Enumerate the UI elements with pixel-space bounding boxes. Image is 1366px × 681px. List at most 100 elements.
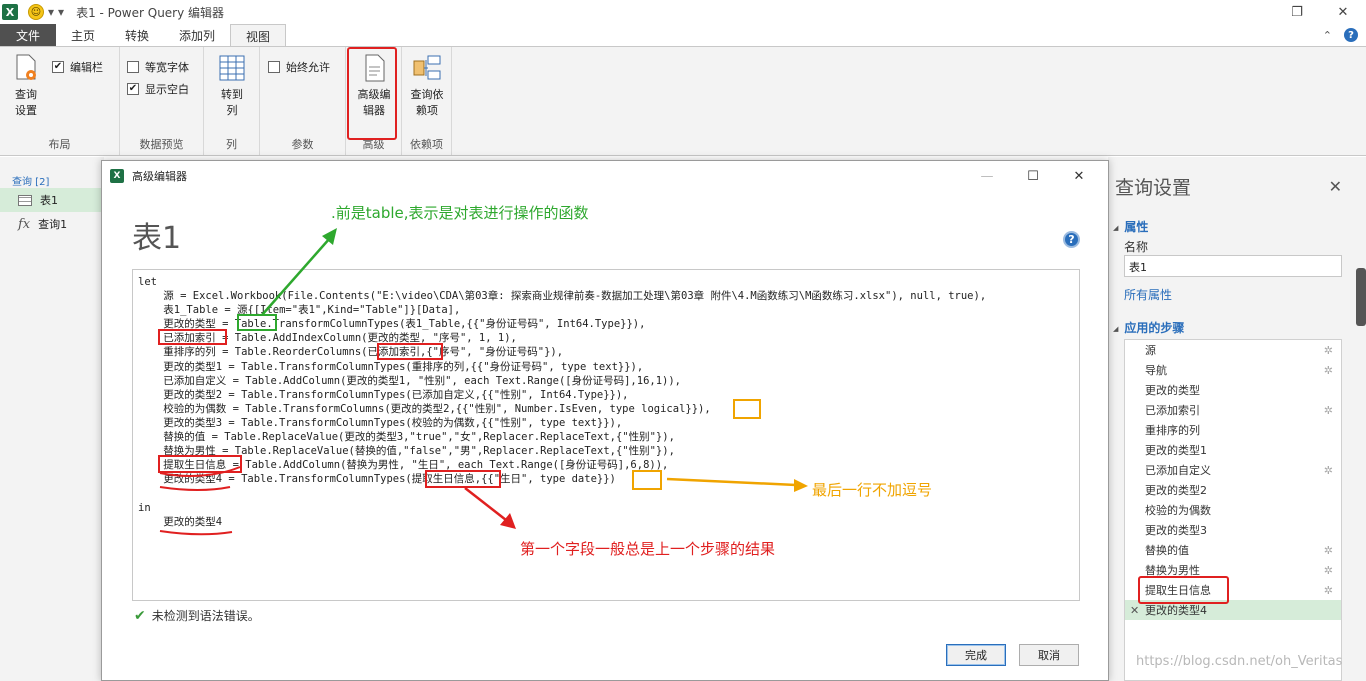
group-label-column: 列 bbox=[226, 138, 237, 151]
group-label-advanced: 高级 bbox=[362, 138, 385, 151]
applied-steps-list: 源 ✲ 导航 ✲ 更改的类型已添加索引 ✲ 重排序的列更改的类型1 已添加自定义 ✲ 更改的类型2… bbox=[1124, 339, 1342, 681]
query-item[interactable]: fx 查询1 bbox=[0, 212, 104, 236]
advanced-editor-button[interactable]: 高级编 辑器 bbox=[352, 53, 396, 119]
applied-step-label: 已添加索引 bbox=[1145, 404, 1200, 417]
done-button[interactable]: 完成 bbox=[946, 644, 1006, 666]
monospace-label: 等宽字体 bbox=[145, 61, 189, 74]
advanced-editor-dialog: X 高级编辑器 — ☐ ✕ 表1 ? let 源 = Excel.Workboo… bbox=[101, 160, 1109, 681]
applied-steps-header[interactable]: 应用的步骤 bbox=[1113, 319, 1184, 336]
window-titlebar: X ☺ ▾ ▾ 表1 - Power Query 编辑器 ❐ ✕ bbox=[0, 0, 1366, 24]
group-label-data-preview: 数据预览 bbox=[139, 138, 184, 151]
ribbon-group-layout: 查询 设置 ✔ 编辑栏 布局 bbox=[0, 47, 120, 155]
function-icon: fx bbox=[18, 216, 31, 232]
gear-icon[interactable]: ✲ bbox=[1324, 564, 1333, 577]
applied-step-label: 更改的类型4 bbox=[1145, 604, 1207, 617]
show-whitespace-checkbox[interactable]: ✔ 显示空白 bbox=[127, 81, 189, 97]
applied-step[interactable]: 已添加自定义 ✲ bbox=[1125, 460, 1341, 480]
gear-icon[interactable]: ✲ bbox=[1324, 364, 1333, 377]
delete-step-icon[interactable]: ✕ bbox=[1130, 604, 1139, 617]
help-icon[interactable]: ? bbox=[1063, 231, 1080, 248]
close-icon[interactable]: ✕ bbox=[1056, 165, 1102, 187]
applied-step[interactable]: 更改的类型 bbox=[1125, 380, 1341, 400]
ribbon-group-data-preview: 等宽字体 ✔ 显示空白 数据预览 bbox=[120, 47, 204, 155]
always-allow-checkbox[interactable]: 始终允许 bbox=[268, 59, 330, 75]
all-properties-link[interactable]: 所有属性 bbox=[1124, 286, 1172, 303]
formula-bar-label: 编辑栏 bbox=[70, 61, 103, 74]
checkbox-unchecked-icon bbox=[127, 61, 139, 73]
quick-access-toolbar[interactable]: ☺ ▾ ▾ bbox=[28, 4, 64, 20]
gear-icon[interactable]: ✲ bbox=[1324, 344, 1333, 357]
query-dependencies-button[interactable]: 查询依 赖项 bbox=[406, 53, 448, 119]
queries-header[interactable]: 查询 [2] bbox=[0, 157, 104, 188]
query-dependencies-label: 查询依 赖项 bbox=[410, 88, 444, 117]
annotation-orange: 最后一行不加逗号 bbox=[812, 481, 933, 499]
tab-transform[interactable]: 转换 bbox=[110, 24, 164, 47]
applied-step[interactable]: 导航 ✲ bbox=[1125, 360, 1341, 380]
gear-icon[interactable]: ✲ bbox=[1324, 464, 1333, 477]
query-name-input[interactable]: 表1 bbox=[1124, 255, 1342, 277]
applied-step-label: 替换的值 bbox=[1145, 544, 1189, 557]
gear-icon[interactable]: ✲ bbox=[1324, 544, 1333, 557]
applied-step[interactable]: 更改的类型3 bbox=[1125, 520, 1341, 540]
formula-bar-checkbox[interactable]: ✔ 编辑栏 bbox=[52, 59, 103, 75]
smiley-feedback-icon[interactable]: ☺ bbox=[28, 4, 44, 20]
checkmark-icon: ✔ bbox=[134, 607, 146, 624]
applied-step[interactable]: 替换的值 ✲ bbox=[1125, 540, 1341, 560]
applied-step-label: 提取生日信息 bbox=[1145, 584, 1211, 597]
close-icon[interactable]: ✕ bbox=[1329, 177, 1342, 196]
tab-file[interactable]: 文件 bbox=[0, 24, 56, 47]
tab-view[interactable]: 视图 bbox=[230, 24, 287, 47]
query-settings-button[interactable]: 查询 设置 bbox=[6, 53, 46, 119]
checkbox-checked-icon: ✔ bbox=[52, 61, 64, 73]
applied-step-label: 更改的类型3 bbox=[1145, 524, 1207, 537]
properties-header[interactable]: 属性 bbox=[1113, 218, 1148, 235]
advanced-editor-icon bbox=[359, 53, 389, 83]
scrollbar-handle[interactable] bbox=[1356, 268, 1366, 326]
restore-icon[interactable]: ❐ bbox=[1274, 0, 1320, 24]
applied-step-label: 更改的类型2 bbox=[1145, 484, 1207, 497]
ribbon-tabs: 文件 主页 转换 添加列 视图 ⌃ ? bbox=[0, 24, 1366, 47]
query-settings-icon bbox=[11, 53, 41, 83]
applied-step-label: 更改的类型1 bbox=[1145, 444, 1207, 457]
applied-step-label: 导航 bbox=[1145, 364, 1167, 377]
applied-step[interactable]: 替换为男性 ✲ bbox=[1125, 560, 1341, 580]
collapse-ribbon-icon[interactable]: ⌃ bbox=[1323, 29, 1332, 42]
table-icon bbox=[18, 194, 32, 206]
cancel-button[interactable]: 取消 bbox=[1019, 644, 1079, 666]
syntax-status-text: 未检测到语法错误。 bbox=[151, 609, 260, 623]
gear-icon[interactable]: ✲ bbox=[1324, 404, 1333, 417]
applied-step[interactable]: 已添加索引 ✲ bbox=[1125, 400, 1341, 420]
watermark: https://blog.csdn.net/oh_Veritas bbox=[1136, 654, 1343, 669]
applied-step-label: 更改的类型 bbox=[1145, 384, 1200, 397]
ribbon-group-column: 转到 列 列 bbox=[204, 47, 260, 155]
ribbon-group-dependencies: 查询依 赖项 依赖项 bbox=[402, 47, 452, 155]
dialog-title: 高级编辑器 bbox=[132, 170, 187, 183]
query-item[interactable]: 表1 bbox=[0, 188, 104, 212]
applied-step[interactable]: 更改的类型1 bbox=[1125, 440, 1341, 460]
excel-logo-icon: X bbox=[2, 4, 18, 20]
applied-step-label: 重排序的列 bbox=[1145, 424, 1200, 437]
monospace-checkbox[interactable]: 等宽字体 bbox=[127, 59, 189, 75]
customize-toolbar-icon[interactable]: ▾ bbox=[58, 5, 64, 19]
annotation-red: 第一个字段一般总是上一个步骤的结果 bbox=[520, 540, 776, 558]
applied-step[interactable]: 提取生日信息 ✲ bbox=[1125, 580, 1341, 600]
annotation-green: .前是table,表示是对表进行操作的函数 bbox=[331, 204, 589, 222]
applied-step[interactable]: 校验的为偶数 bbox=[1125, 500, 1341, 520]
applied-step[interactable]: 更改的类型2 bbox=[1125, 480, 1341, 500]
gear-icon[interactable]: ✲ bbox=[1324, 584, 1333, 597]
tab-home[interactable]: 主页 bbox=[56, 24, 110, 47]
applied-step[interactable]: 重排序的列 bbox=[1125, 420, 1341, 440]
query-item-label: 表1 bbox=[40, 194, 58, 207]
close-icon[interactable]: ✕ bbox=[1320, 0, 1366, 24]
chevron-down-icon[interactable]: ▾ bbox=[48, 5, 54, 19]
applied-step[interactable]: 源 ✲ bbox=[1125, 340, 1341, 360]
maximize-icon[interactable]: ☐ bbox=[1010, 165, 1056, 187]
applied-step[interactable]: ✕ 更改的类型4 bbox=[1125, 600, 1341, 620]
help-icon[interactable]: ? bbox=[1344, 28, 1358, 42]
minimize-icon[interactable]: — bbox=[964, 165, 1010, 187]
tab-add-column[interactable]: 添加列 bbox=[164, 24, 230, 47]
queries-pane: 查询 [2] 表1 fx 查询1 bbox=[0, 157, 104, 681]
ribbon: 查询 设置 ✔ 编辑栏 布局 等宽字体 ✔ 显示空白 数据预览 转到 列 列 始… bbox=[0, 46, 1366, 156]
goto-column-button[interactable]: 转到 列 bbox=[214, 53, 250, 119]
checkbox-unchecked-icon bbox=[268, 61, 280, 73]
